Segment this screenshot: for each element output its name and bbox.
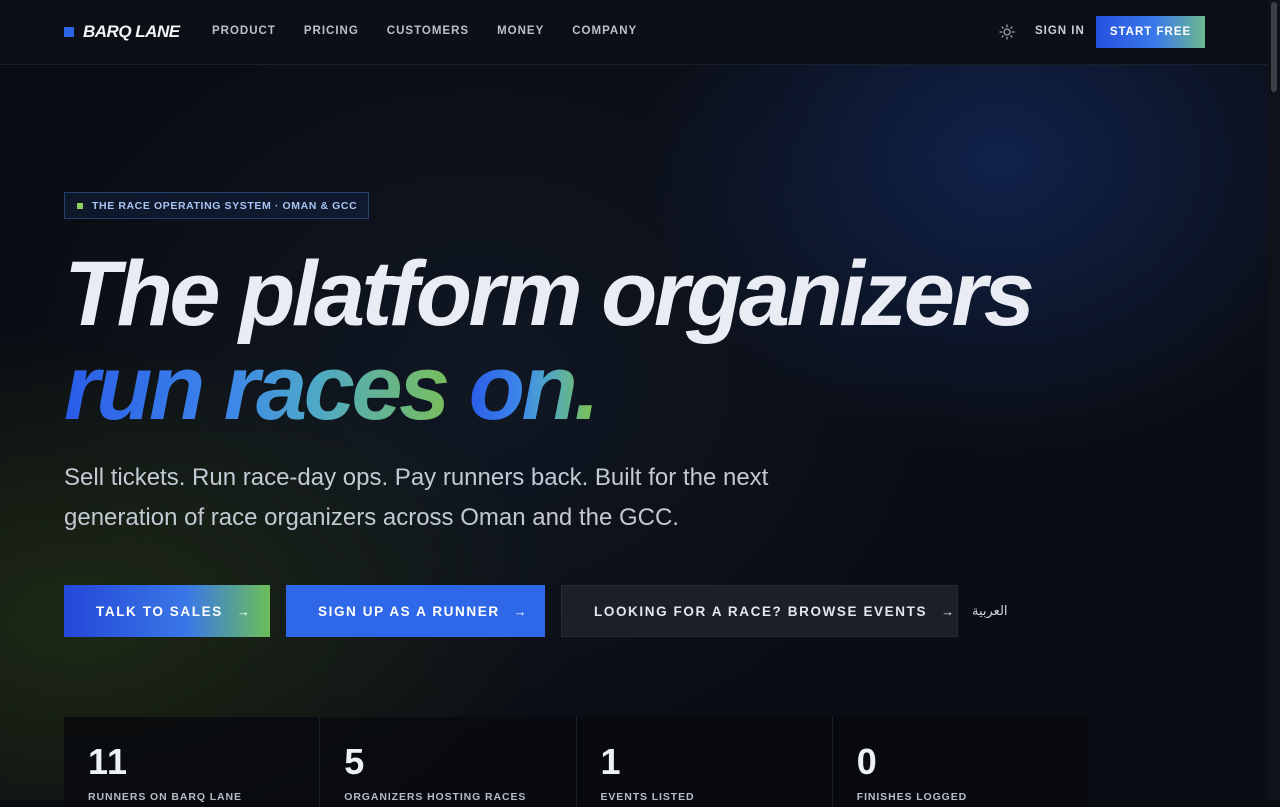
brand-name: BARQ LANE <box>83 22 180 41</box>
top-navigation-bar: BARQ LANE PRODUCT PRICING CUSTOMERS MONE… <box>0 0 1268 65</box>
headline-gradient-text-end: on. <box>468 337 600 439</box>
stat-value: 11 <box>88 741 129 782</box>
stat-value: 0 <box>856 741 878 782</box>
browse-events-label: LOOKING FOR A RACE? BROWSE EVENTS <box>594 603 928 619</box>
scrollbar-thumb[interactable] <box>1271 2 1277 92</box>
language-switch-link[interactable]: العربية <box>972 603 1008 619</box>
brand-mark-icon <box>64 27 74 37</box>
stat-card-events: 1 EVENTS LISTED <box>576 717 833 807</box>
sign-in-link[interactable]: SIGN IN <box>1035 25 1085 37</box>
hero-subtitle: Sell tickets. Run race-day ops. Pay runn… <box>64 464 769 531</box>
talk-to-sales-label: TALK TO SALES <box>96 603 223 619</box>
stats-strip: 11 RUNNERS ON BARQ LANE 5 ORGANIZERS HOS… <box>64 717 1088 807</box>
stat-card-organizers: 5 ORGANIZERS HOSTING RACES <box>320 717 577 807</box>
nav-item-product[interactable]: PRODUCT <box>212 25 276 37</box>
stat-card-runners: 11 RUNNERS ON BARQ LANE <box>64 717 321 807</box>
stat-value: 1 <box>600 741 622 782</box>
headline-line-2: run races on. <box>64 342 1031 434</box>
nav-item-money[interactable]: MONEY <box>497 25 544 37</box>
arrow-right-icon: → <box>513 603 529 619</box>
start-free-button[interactable]: START FREE <box>1096 16 1205 48</box>
headline-line-1: The platform organizers <box>64 243 1035 345</box>
stat-label: ORGANIZERS HOSTING RACES <box>344 791 527 803</box>
nav-item-company[interactable]: COMPANY <box>572 25 637 37</box>
eyebrow-dot-icon <box>77 202 83 209</box>
sun-icon[interactable] <box>999 24 1015 40</box>
arrow-right-icon: → <box>941 603 956 619</box>
arrow-right-icon: → <box>236 603 252 619</box>
stat-label: EVENTS LISTED <box>600 791 695 803</box>
eyebrow-text: THE RACE OPERATING SYSTEM · OMAN & GCC <box>92 199 358 212</box>
page-scrollbar[interactable] <box>1268 0 1280 800</box>
hero-headline: The platform organizers run races on. <box>64 243 1035 434</box>
stat-label: FINISHES LOGGED <box>856 791 968 803</box>
hero-eyebrow-badge: THE RACE OPERATING SYSTEM · OMAN & GCC <box>64 192 369 219</box>
brand-logo[interactable]: BARQ LANE <box>64 22 180 42</box>
headline-gradient-text: run races <box>64 337 469 439</box>
nav-item-customers[interactable]: CUSTOMERS <box>387 25 469 37</box>
stat-label: RUNNERS ON BARQ LANE <box>88 791 242 803</box>
talk-to-sales-button[interactable]: TALK TO SALES → <box>64 585 270 637</box>
nav-item-pricing[interactable]: PRICING <box>304 25 359 37</box>
stat-card-finishes: 0 FINISHES LOGGED <box>832 717 1088 807</box>
stat-value: 5 <box>344 741 366 782</box>
main-nav: PRODUCT PRICING CUSTOMERS MONEY COMPANY <box>212 25 637 37</box>
browse-events-button[interactable]: LOOKING FOR A RACE? BROWSE EVENTS → <box>561 585 958 637</box>
sign-up-runner-button[interactable]: SIGN UP AS A RUNNER → <box>286 585 545 637</box>
sign-up-runner-label: SIGN UP AS A RUNNER <box>318 603 500 619</box>
